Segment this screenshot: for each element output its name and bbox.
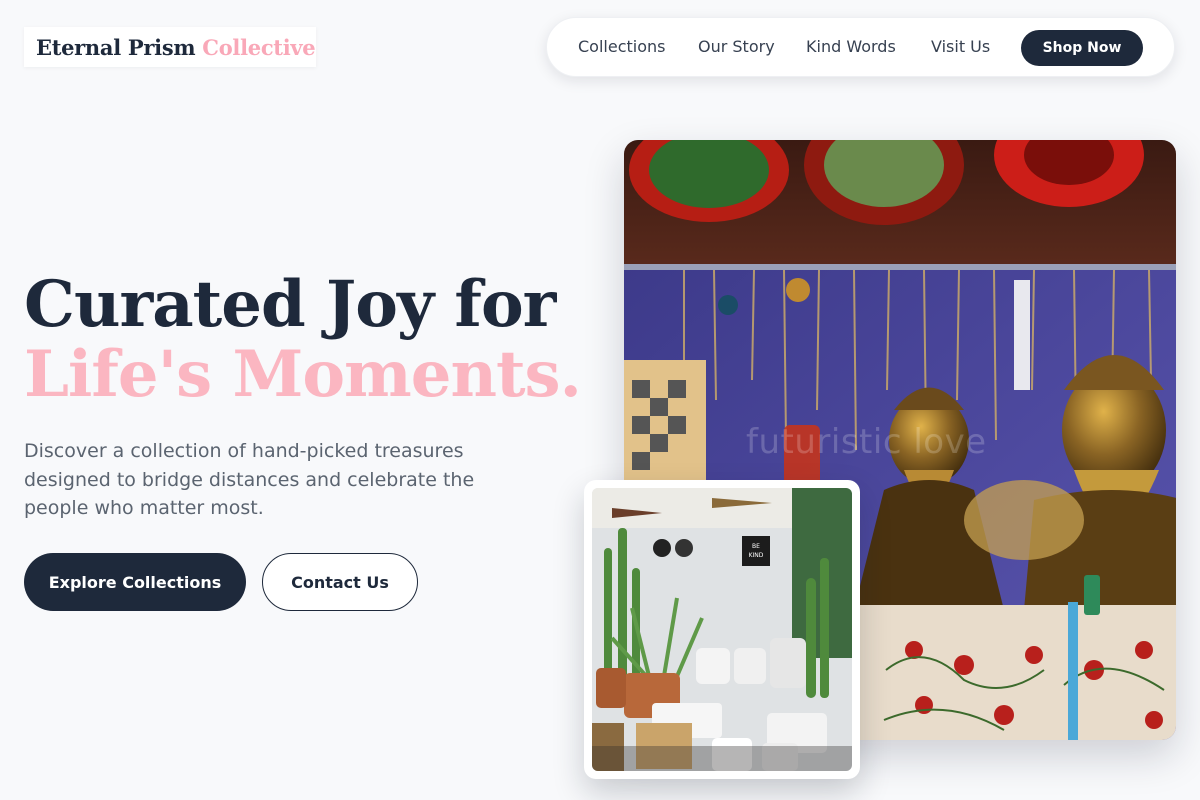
secondary-image-frame: BE KIND xyxy=(584,480,860,779)
image-watermark: futuristic love xyxy=(746,422,987,462)
nav-link-kind-words[interactable]: Kind Words xyxy=(806,18,896,76)
page: Eternal Prism Collective Collections Our… xyxy=(0,0,1200,800)
contact-us-button[interactable]: Contact Us xyxy=(262,553,418,611)
brand-name-accent: Collective xyxy=(202,34,316,60)
hero-title-line-1: Curated Joy for xyxy=(24,267,556,342)
hero-title-line-2: Life's Moments. xyxy=(24,337,582,412)
nav-link-visit-us[interactable]: Visit Us xyxy=(931,18,990,76)
hero-description: Discover a collection of hand-picked tre… xyxy=(24,440,475,519)
shop-now-button[interactable]: Shop Now xyxy=(1021,30,1143,66)
be-kind-sign: BE xyxy=(752,543,760,550)
nav-link-collections[interactable]: Collections xyxy=(578,18,665,76)
secondary-hero-image: BE KIND xyxy=(592,488,852,771)
brand-name-primary: Eternal Prism xyxy=(36,34,196,60)
main-nav: Collections Our Story Kind Words Visit U… xyxy=(546,17,1175,77)
brand-logo[interactable]: Eternal Prism Collective xyxy=(24,27,316,67)
explore-collections-button[interactable]: Explore Collections xyxy=(24,553,246,611)
nav-link-our-story[interactable]: Our Story xyxy=(698,18,775,76)
be-kind-sign-line-2: KIND xyxy=(749,552,764,559)
shop-plants-illustration: BE KIND xyxy=(592,488,852,771)
hero-title: Curated Joy for Life's Moments. xyxy=(24,267,582,412)
